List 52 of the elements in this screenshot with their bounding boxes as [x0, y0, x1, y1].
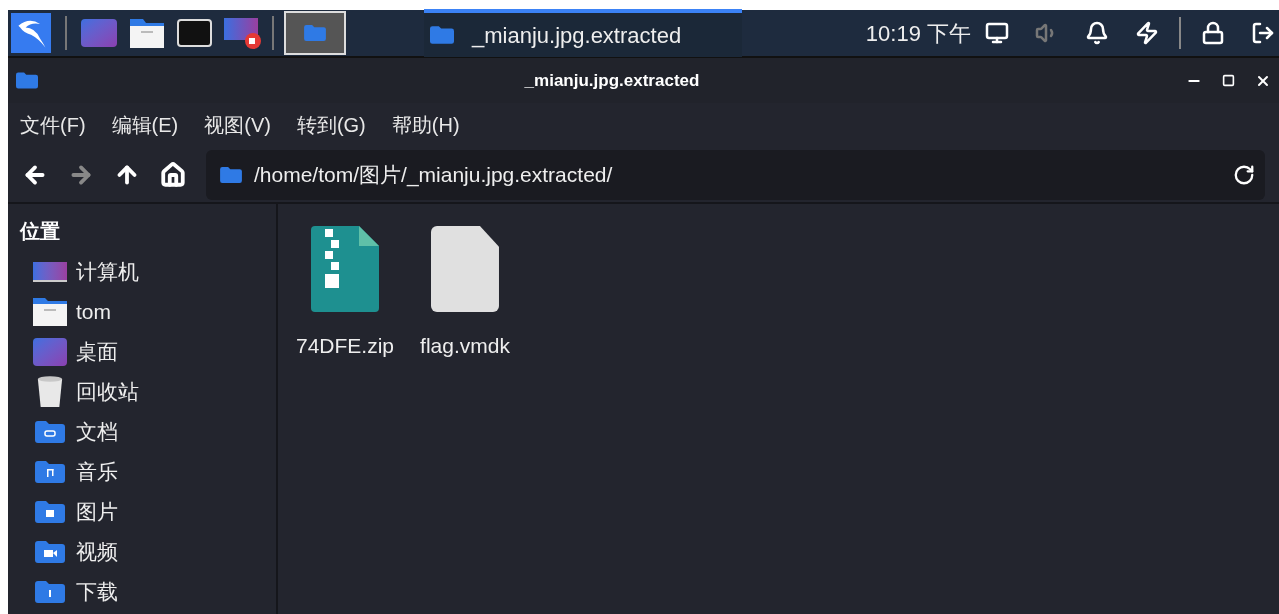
path-folder-icon [220, 166, 242, 183]
sidebar-item[interactable]: 下载 [20, 572, 118, 612]
desktop-icon [33, 338, 67, 366]
sidebar-item[interactable]: 计算机 [20, 252, 139, 292]
file-item[interactable]: 74DFE.zip [296, 226, 395, 362]
home-button[interactable] [160, 161, 186, 188]
lock-icon[interactable] [1201, 21, 1225, 45]
logout-icon[interactable] [1251, 21, 1275, 45]
sidebar-heading: 位置 [20, 219, 61, 244]
menu-item[interactable]: 帮助(H) [391, 110, 460, 140]
bell-icon[interactable] [1085, 21, 1109, 45]
sidebar-item[interactable]: 音乐 [20, 452, 118, 492]
menu-launcher-icon[interactable] [11, 13, 51, 53]
workspace-button[interactable] [284, 11, 346, 55]
menu-item[interactable]: 文件(F) [20, 110, 86, 140]
file-name: 74DFE.zip [296, 333, 395, 359]
terminal-launcher-icon[interactable] [177, 19, 212, 47]
folder-launcher-icon[interactable] [129, 17, 165, 49]
path-text: /home/tom/图片/_mianju.jpg.extracted/ [254, 161, 614, 189]
computer-icon [33, 262, 67, 282]
folder-icon [430, 26, 454, 44]
file-name: flag.vmdk [420, 333, 510, 359]
documents-folder-icon [35, 421, 65, 443]
trash-icon [36, 375, 64, 409]
power-icon[interactable] [1135, 21, 1159, 45]
pictures-folder-icon [35, 501, 65, 523]
zip-archive-icon [311, 226, 379, 312]
window-title: _mianju.jpg.extracted [523, 69, 701, 92]
clock[interactable]: 10:19 下午 [865, 16, 971, 50]
menu-item[interactable]: 视图(V) [204, 110, 271, 140]
home-folder-icon [32, 297, 68, 327]
menu-item[interactable]: 转到(G) [296, 110, 366, 140]
sidebar-item[interactable]: 桌面 [20, 332, 118, 372]
downloads-folder-icon [35, 581, 65, 603]
path-field[interactable]: /home/tom/图片/_mianju.jpg.extracted/ [206, 149, 1265, 200]
sidebar-item[interactable]: 视频 [20, 532, 118, 572]
maximize-icon[interactable] [1222, 74, 1235, 87]
sidebar-item[interactable]: tom [20, 292, 111, 332]
taskbar-window-button[interactable]: _mianju.jpg.extracted [424, 9, 742, 57]
folder-icon [304, 25, 326, 41]
menu-item[interactable]: 编辑(E) [111, 110, 179, 140]
reload-icon[interactable] [1233, 163, 1255, 186]
sidebar-item[interactable]: 回收站 [20, 372, 139, 412]
binary-file-icon [431, 226, 499, 312]
window-folder-icon [16, 72, 38, 89]
screen-recorder-icon[interactable] [224, 16, 262, 50]
sidebar-item[interactable]: 图片 [20, 492, 118, 532]
sidebar-item[interactable]: 文档 [20, 412, 118, 452]
music-folder-icon [35, 461, 65, 483]
videos-folder-icon [35, 541, 65, 563]
file-item[interactable]: flag.vmdk [420, 226, 510, 362]
display-icon[interactable] [985, 21, 1009, 45]
